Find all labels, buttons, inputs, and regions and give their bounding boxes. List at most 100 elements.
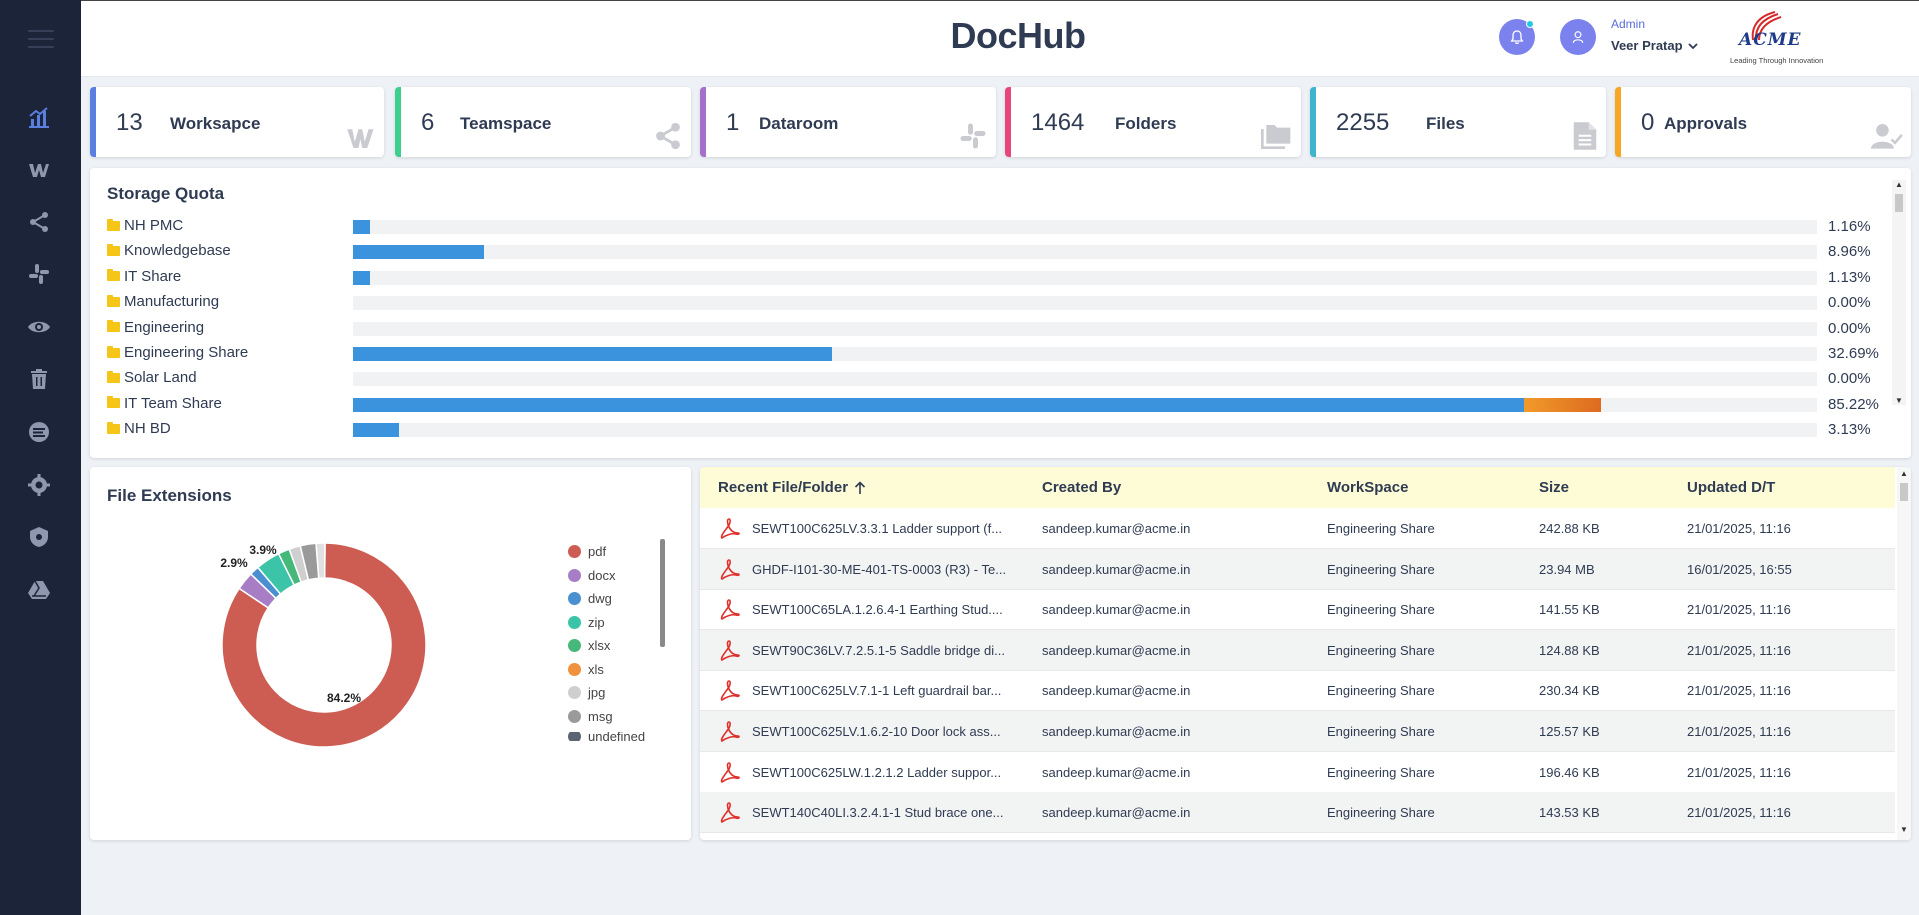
legend-item-zip[interactable]: zip: [568, 615, 605, 630]
legend-color-dot: [568, 662, 581, 676]
legend-color-dot: [568, 686, 581, 699]
hamburger-menu-icon[interactable]: [28, 30, 54, 48]
workspace-icon[interactable]: [24, 155, 54, 185]
column-header-size[interactable]: Size: [1539, 479, 1569, 496]
legend-item-pdf[interactable]: pdf: [568, 544, 606, 559]
ethereum-icon[interactable]: [24, 417, 54, 447]
file-extensions-title: File Extensions: [107, 486, 232, 505]
file-name[interactable]: SEWT100C65LA.1.2.6.4-1 Earthing Stud....: [752, 602, 1003, 617]
storage-progress-bar: [353, 347, 1817, 361]
legend-label: docx: [588, 567, 616, 583]
trash-icon[interactable]: [24, 364, 54, 394]
legend-item-docx[interactable]: docx: [568, 568, 615, 583]
file-name[interactable]: SEWT90C36LV.7.2.5.1-5 Saddle bridge di..…: [752, 643, 1005, 658]
table-row[interactable]: SEWT100C625LV.7.1-1 Left guardrail bar..…: [700, 670, 1895, 712]
workspace-icon: [344, 119, 376, 151]
storage-row: NH BD 3.13%: [107, 420, 1882, 440]
file-size: 141.55 KB: [1539, 602, 1600, 618]
file-name[interactable]: GHDF-I101-30-ME-401-TS-0003 (R3) - Te...: [752, 562, 1006, 577]
user-menu[interactable]: Veer Pratap: [1611, 38, 1698, 53]
settings-gear-icon[interactable]: [24, 470, 54, 500]
legend-label: msg: [588, 708, 613, 724]
legend-scrollbar[interactable]: [660, 539, 665, 647]
storage-folder-name[interactable]: Knowledgebase: [107, 242, 231, 259]
scroll-thumb[interactable]: [1900, 483, 1908, 501]
pdf-file-icon: [720, 802, 740, 824]
legend-item-xls[interactable]: xls: [568, 662, 604, 677]
eye-icon[interactable]: [24, 312, 54, 342]
file-name[interactable]: SEWT100C625LV.3.3.1 Ladder support (f...: [752, 521, 1002, 536]
storage-folder-name[interactable]: IT Share: [107, 268, 181, 285]
folder-label: IT Share: [124, 267, 182, 285]
stat-card-approvals[interactable]: 0 Approvals: [1615, 87, 1911, 157]
legend-color-dot: [568, 732, 581, 741]
storage-row: Engineering 0.00%: [107, 319, 1882, 339]
file-size: 124.88 KB: [1539, 642, 1600, 658]
created-by: sandeep.kumar@acme.in: [1042, 561, 1191, 577]
legend-item-msg[interactable]: msg: [568, 709, 613, 724]
dashboard-chart-icon[interactable]: [24, 103, 54, 133]
scroll-down-arrow-icon[interactable]: ▼: [1900, 825, 1908, 834]
column-header-created-by[interactable]: Created By: [1042, 479, 1121, 496]
folder-label: IT Team Share: [124, 394, 222, 412]
scroll-down-arrow-icon[interactable]: ▼: [1895, 396, 1903, 405]
file-name[interactable]: SEWT140C40LI.3.2.4.1-1 Stud brace one...: [752, 805, 1003, 820]
file-name[interactable]: SEWT100C625LW.1.2.1.2 Ladder suppor...: [752, 765, 1001, 780]
stat-card-dataroom[interactable]: 1 Dataroom: [700, 87, 996, 157]
stat-card-teamspace[interactable]: 6 Teamspace: [395, 87, 691, 157]
storage-folder-name[interactable]: Manufacturing: [107, 293, 219, 310]
storage-scrollbar[interactable]: ▲ ▼: [1892, 180, 1906, 405]
stat-label: Dataroom: [759, 114, 839, 133]
user-avatar-icon[interactable]: [1560, 19, 1596, 55]
storage-folder-name[interactable]: Engineering Share: [107, 344, 248, 361]
stat-card-files[interactable]: 2255 Files: [1310, 87, 1606, 157]
storage-progress-bar: [353, 296, 1817, 311]
table-scrollbar[interactable]: ▲ ▼: [1897, 467, 1911, 840]
table-row[interactable]: SEWT100C625LW.1.2.1.2 Ladder suppor... sa…: [700, 752, 1895, 793]
folder-label: NH PMC: [124, 217, 184, 234]
folders-icon: [1261, 119, 1293, 151]
table-row[interactable]: SEWT140C40LI.3.2.4.1-1 Stud brace one...…: [700, 792, 1895, 834]
file-name[interactable]: SEWT100C625LV.1.6.2-10 Door lock ass...: [752, 724, 1001, 739]
storage-folder-name[interactable]: NH BD: [107, 420, 171, 437]
workspace-name: Engineering Share: [1327, 724, 1435, 739]
storage-percent: 0.00%: [1828, 370, 1871, 388]
notification-bell-icon[interactable]: [1499, 19, 1535, 55]
stat-card-workspace[interactable]: 13 Worksapce: [90, 87, 384, 157]
table-row[interactable]: GHDF-I101-30-ME-401-TS-0003 (R3) - Te...…: [700, 548, 1895, 590]
updated-datetime: 21/01/2025, 11:16: [1687, 642, 1791, 658]
scroll-up-arrow-icon[interactable]: ▲: [1895, 180, 1903, 189]
column-header-workspace[interactable]: WorkSpace: [1327, 479, 1408, 496]
slack-icon[interactable]: [24, 259, 54, 289]
file-name[interactable]: SEWT100C625LV.7.1-1 Left guardrail bar..…: [752, 683, 1001, 698]
google-drive-icon[interactable]: [24, 575, 54, 605]
legend-item-xlsx[interactable]: xlsx: [568, 638, 610, 653]
column-header-updated[interactable]: Updated D/T: [1687, 479, 1775, 496]
scroll-thumb[interactable]: [1895, 194, 1903, 212]
storage-folder-name[interactable]: Solar Land: [107, 369, 197, 386]
storage-folder-name[interactable]: Engineering: [107, 319, 204, 336]
table-row[interactable]: SEWT100C65LA.1.2.6.4-1 Earthing Stud....…: [700, 589, 1895, 631]
legend-item-undefined[interactable]: undefined: [568, 732, 645, 741]
share-icon[interactable]: [24, 207, 54, 237]
scroll-up-arrow-icon[interactable]: ▲: [1900, 469, 1908, 478]
storage-row: IT Team Share 85.22%: [107, 395, 1882, 415]
legend-item-dwg[interactable]: dwg: [568, 591, 612, 606]
storage-folder-name[interactable]: IT Team Share: [107, 395, 222, 412]
table-row[interactable]: SEWT100C625LV.3.3.1 Ladder support (f...…: [700, 508, 1895, 549]
stat-card-folders[interactable]: 1464 Folders: [1005, 87, 1301, 157]
folder-icon: [107, 396, 120, 409]
storage-folder-name[interactable]: NH PMC: [107, 217, 183, 234]
column-header-name[interactable]: Recent File/Folder: [718, 479, 866, 496]
table-row[interactable]: SEWT90C36LV.7.2.5.1-5 Saddle bridge di..…: [700, 629, 1895, 671]
storage-progress-bar: [353, 245, 1817, 260]
table-row[interactable]: SEWT100C625LV.1.6.2-10 Door lock ass... s…: [700, 711, 1895, 752]
shield-icon[interactable]: [24, 522, 54, 552]
file-extensions-panel: File Extensions 84.2% 3.9% 2.9% pdf docx dwg…: [90, 467, 691, 840]
folder-label: NH BD: [124, 420, 171, 438]
file-extensions-donut-chart: 84.2% 3.9%2.9%: [220, 542, 427, 748]
storage-percent: 0.00%: [1828, 294, 1871, 312]
legend-item-jpg[interactable]: jpg: [568, 685, 605, 700]
file-size: 125.57 KB: [1539, 724, 1600, 739]
workspace-name: Engineering Share: [1327, 642, 1435, 658]
